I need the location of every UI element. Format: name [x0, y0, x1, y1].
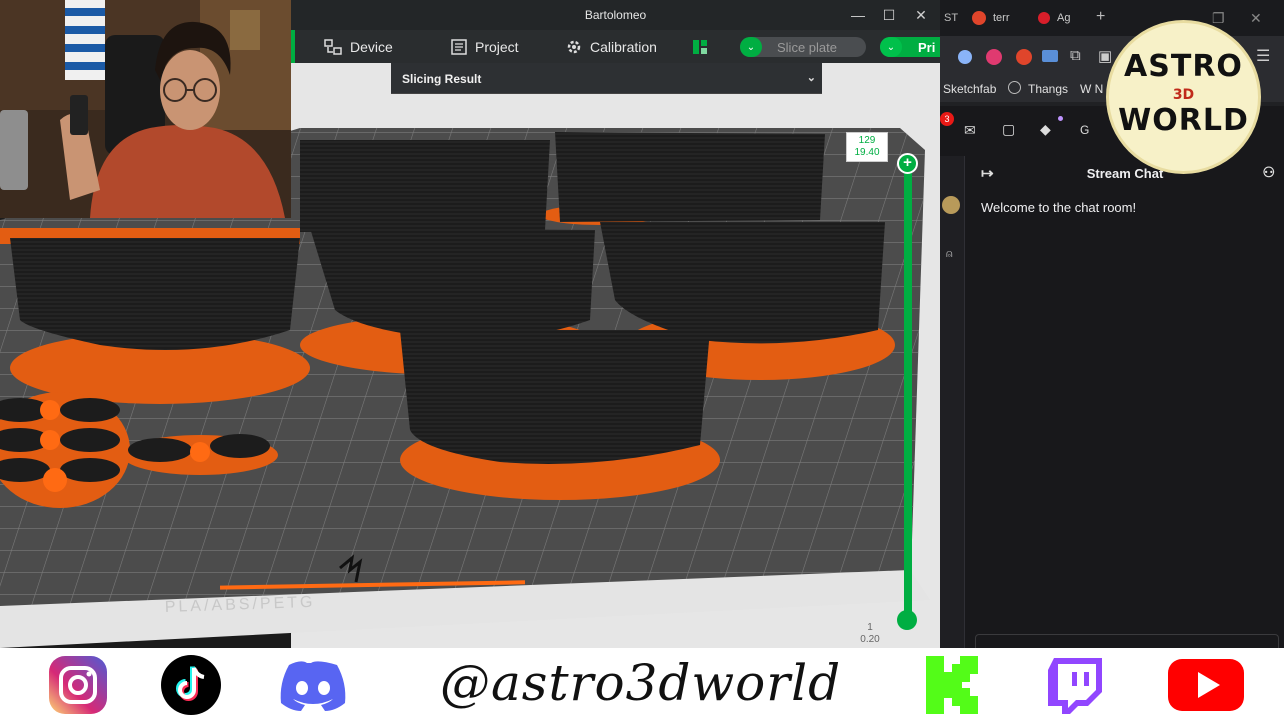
chat-title: Stream Chat [1086, 166, 1164, 181]
bookmark-sketchfab[interactable]: Sketchfab [943, 82, 996, 96]
window-restore-icon[interactable]: ❐ [1212, 10, 1225, 27]
whispers-icon[interactable]: ▢ [1002, 121, 1015, 138]
chat-header: ↦ Stream Chat ⚇ [965, 156, 1284, 192]
slicing-result-title: Slicing Result [402, 72, 482, 86]
twitch-icon[interactable] [1044, 654, 1106, 716]
flag [65, 0, 105, 80]
bottom-layer-height: 0.20 [860, 634, 880, 645]
globe-icon [1008, 81, 1021, 94]
extension-icon[interactable] [1016, 49, 1032, 65]
printed-part [400, 330, 710, 464]
kick-icon[interactable] [922, 654, 984, 716]
notification-dot [1058, 116, 1063, 121]
tab-favicon-icon [972, 11, 986, 25]
community-icon[interactable]: ⚇ [1262, 164, 1275, 181]
logo-line-astro: ASTRO [1124, 49, 1243, 84]
channel-handle: @astro3dworld [440, 654, 842, 712]
user-icon[interactable]: ⍝ [946, 248, 953, 261]
stream-overlay: Bartolomeo — ☐ ✕ Device Project Calibrat… [0, 0, 1284, 720]
social-footer: @astro3dworld [0, 648, 1284, 720]
layer-slider-top-handle[interactable]: + [897, 153, 918, 174]
printed-part [10, 238, 300, 350]
window-close-icon[interactable]: ✕ [1250, 10, 1262, 27]
bookmark-w[interactable]: W N [1080, 82, 1103, 96]
browser-tab-strip: ST terr Ag + ❐ ✕ [940, 0, 1284, 36]
top-layer-readout: 129 19.40 [846, 132, 888, 162]
bookmark-thangs[interactable]: Thangs [1028, 82, 1068, 96]
top-layer-height: 19.40 [854, 147, 880, 158]
extension-icon[interactable] [958, 50, 972, 64]
crown-icon[interactable]: ◆ [1040, 121, 1051, 138]
tab-favicon-icon [1038, 12, 1050, 24]
logo-line-3d: 3D [1172, 87, 1195, 103]
stream-chat-panel: ↦ Stream Chat ⚇ Welcome to the chat room… [964, 156, 1284, 648]
bottom-layer-number: 1 [867, 622, 873, 633]
held-phone [70, 95, 88, 135]
bottom-layer-readout: 1 0.20 [852, 620, 888, 648]
notification-badge: 3 [940, 112, 954, 126]
tab-terr[interactable]: terr [993, 12, 1010, 24]
instagram-icon[interactable] [47, 654, 109, 716]
twitch-left-rail: ⍝ [940, 156, 964, 648]
webcam-feed [0, 0, 291, 218]
inbox-icon[interactable]: ✉ [964, 122, 976, 139]
discord-icon[interactable] [275, 654, 351, 716]
chat-input-box[interactable] [975, 634, 1279, 648]
youtube-icon[interactable] [1166, 654, 1246, 716]
astro-3d-world-logo: ASTRO 3D WORLD [1106, 20, 1261, 174]
printed-part [555, 132, 825, 222]
tab-partial[interactable]: ST [944, 12, 958, 24]
get-bits-label[interactable]: G [1080, 123, 1089, 137]
tiktok-icon[interactable] [160, 654, 222, 716]
printed-part [300, 140, 550, 232]
channel-avatar[interactable] [942, 196, 960, 214]
menu-icon[interactable]: ☰ [1256, 46, 1270, 66]
chat-welcome-message: Welcome to the chat room! [981, 200, 1137, 215]
phone [0, 110, 28, 190]
layer-slider-bottom-handle[interactable] [897, 610, 917, 630]
new-tab-button[interactable]: + [1096, 8, 1105, 26]
top-layer-number: 129 [858, 135, 876, 146]
layer-slider-track[interactable] [904, 164, 912, 620]
logo-line-world: WORLD [1118, 103, 1249, 138]
puzzle-icon[interactable]: ⧉ [1070, 47, 1081, 64]
tab-ag[interactable]: Ag [1057, 12, 1070, 24]
extension-icon[interactable] [986, 49, 1002, 65]
chevron-down-icon[interactable]: ⌄ [807, 71, 816, 84]
extension-icon[interactable] [1042, 50, 1058, 62]
slicing-result-panel[interactable]: Slicing Result ⌄ [391, 63, 822, 94]
webcam-image [0, 0, 291, 218]
